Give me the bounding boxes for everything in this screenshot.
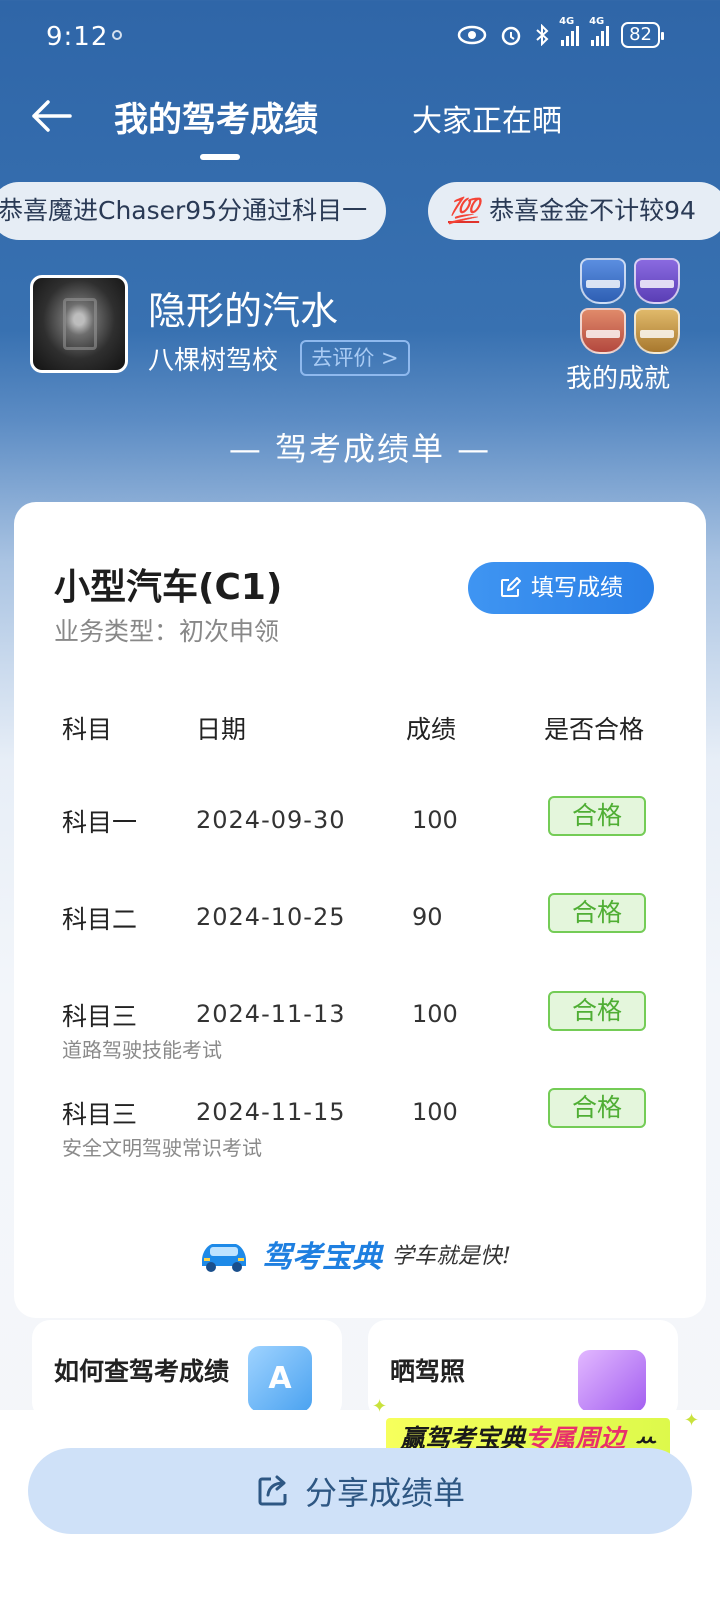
badge-icon [580,308,626,354]
row-subject: 科目二 [62,905,138,934]
share-scores-label: 分享成绩单 [304,1474,465,1512]
share-icon [258,1475,287,1506]
column-header-pass: 是否合格 [544,715,645,744]
pass-badge: 合格 [548,991,646,1031]
badge-icon [634,308,680,354]
column-header-date: 日期 [196,715,247,744]
back-arrow-icon[interactable] [26,94,78,138]
badge-icon [634,258,680,304]
row-date: 2024-10-25 [196,903,346,931]
bluetooth-icon [536,24,549,46]
row-subject: 科目三 [62,1002,138,1031]
my-achievements-link[interactable]: 我的成就 [566,358,670,395]
alarm-icon [501,26,521,46]
status-bar: 9:12 4G 4G 82 [0,0,720,78]
tab-everyone-sharing[interactable]: 大家正在晒 [412,96,562,140]
row-subject: 科目一 [62,808,138,837]
edit-icon [501,577,521,597]
ticker-item[interactable]: 💯 恭喜金金不计较94 [428,182,720,240]
tab-indicator [200,154,240,160]
business-type: 业务类型：初次申领 [54,617,280,646]
row-score: 100 [412,1098,458,1126]
share-license-title: 晒驾照 [390,1357,466,1386]
how-to-check-scores-card[interactable]: 如何查驾考成绩 A [32,1320,342,1420]
row-note: 道路驾驶技能考试 [62,1038,222,1062]
row-subject: 科目三 [62,1100,138,1129]
how-to-check-scores-title: 如何查驾考成绩 [54,1357,230,1386]
row-date: 2024-11-13 [196,1000,346,1028]
fill-score-label: 填写成绩 [531,575,623,601]
photo-icon [578,1350,646,1412]
share-license-card[interactable]: 晒驾照 [368,1320,678,1420]
row-score: 100 [412,806,458,834]
pass-badge: 合格 [548,893,646,933]
brand-logo: 驾考宝典 学车就是快! [196,1232,511,1276]
tab-my-scores[interactable]: 我的驾考成绩 [114,92,318,141]
car-logo-icon [202,1244,246,1272]
row-score: 90 [412,903,443,931]
column-header-subject: 科目 [62,715,113,744]
status-time: 9:12 [46,22,109,52]
section-title: — 驾考成绩单 — [228,430,492,468]
user-name: 隐形的汽水 [148,289,339,333]
avatar[interactable] [30,275,128,373]
row-score: 100 [412,1000,458,1028]
eye-icon [457,25,487,45]
sparkle-icon: ✦ [372,1396,388,1417]
column-header-score: 成绩 [406,715,457,744]
hundred-points-icon: 💯 [448,196,480,225]
status-icons: 4G 4G 82 [457,16,664,48]
battery-indicator: 82 [621,22,664,48]
row-date: 2024-09-30 [196,806,346,834]
share-scores-button[interactable]: 分享成绩单 [28,1448,692,1534]
row-date: 2024-11-15 [196,1098,346,1126]
rate-button[interactable]: 去评价 > [300,340,410,376]
driving-school: 八棵树驾校 [148,346,279,376]
sparkle-icon: ✦ [684,1410,700,1431]
signal-icon: 4G [559,16,580,46]
license-type: 小型汽车(C1) [54,567,283,608]
badge-icon [580,258,626,304]
ticker-item[interactable]: 恭喜魔进Chaser95分通过科目一 [0,182,386,240]
fill-score-button[interactable]: 填写成绩 [468,562,654,614]
brand-slogan: 学车就是快! [392,1244,511,1269]
pass-badge: 合格 [548,796,646,836]
ticker-text: 恭喜金金不计较94 [489,196,696,225]
signal-icon-2: 4G [589,16,610,46]
document-icon: A [248,1346,312,1412]
brand-name: 驾考宝典 [262,1240,382,1275]
pass-badge: 合格 [548,1088,646,1128]
achievement-badges[interactable] [580,258,680,356]
row-note: 安全文明驾驶常识考试 [62,1136,262,1160]
notification-icon [112,30,122,40]
